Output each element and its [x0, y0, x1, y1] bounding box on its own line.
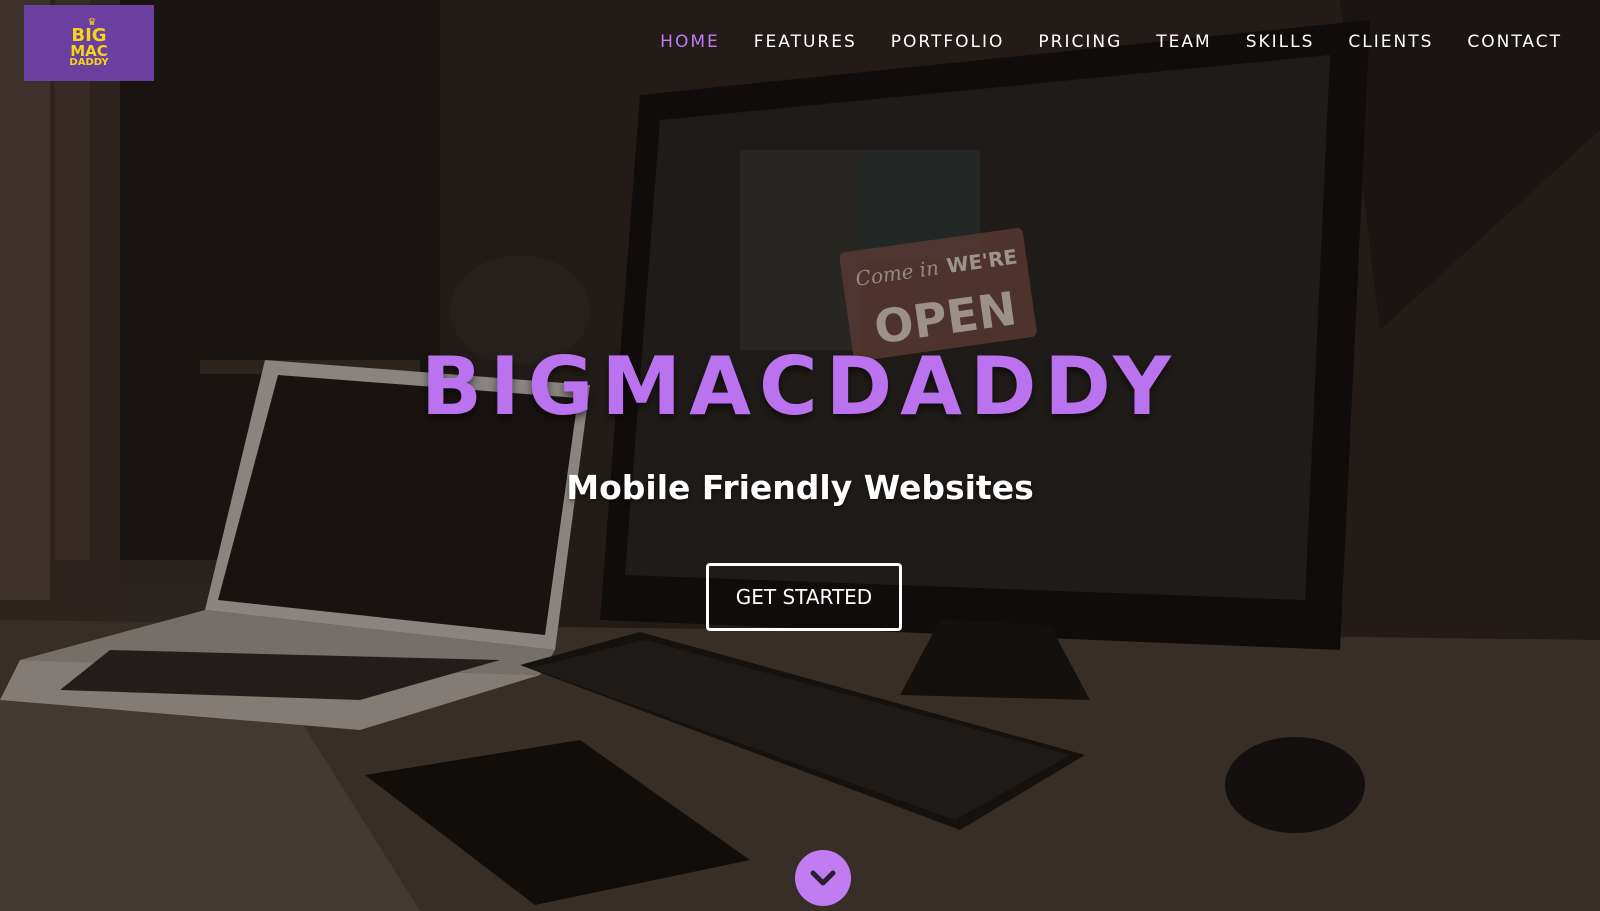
- nav-item-clients[interactable]: CLIENTS: [1348, 32, 1433, 52]
- nav-item-contact[interactable]: CONTACT: [1467, 32, 1562, 52]
- hero-section: Come in WE'RE OPEN ♛ BIG MAC DADDY HOME …: [0, 0, 1600, 911]
- nav-item-features[interactable]: FEATURES: [754, 32, 857, 52]
- get-started-button[interactable]: GET STARTED: [706, 563, 902, 631]
- chevron-down-icon: [810, 870, 836, 886]
- hero-subtitle: Mobile Friendly Websites: [566, 468, 1034, 507]
- hero-title: BIGMACDADDY: [421, 340, 1179, 433]
- nav-item-portfolio[interactable]: PORTFOLIO: [891, 32, 1005, 52]
- brand-logo[interactable]: ♛ BIG MAC DADDY: [24, 5, 154, 81]
- nav-item-pricing[interactable]: PRICING: [1038, 32, 1122, 52]
- nav-item-team[interactable]: TEAM: [1156, 32, 1211, 52]
- logo-line-2: MAC: [70, 41, 108, 60]
- nav-item-skills[interactable]: SKILLS: [1246, 32, 1315, 52]
- nav-item-home[interactable]: HOME: [660, 32, 720, 52]
- main-nav: HOME FEATURES PORTFOLIO PRICING TEAM SKI…: [660, 32, 1562, 52]
- scroll-down-button[interactable]: [795, 850, 851, 906]
- dark-overlay: [0, 0, 1600, 911]
- logo-line-3: DADDY: [69, 56, 109, 68]
